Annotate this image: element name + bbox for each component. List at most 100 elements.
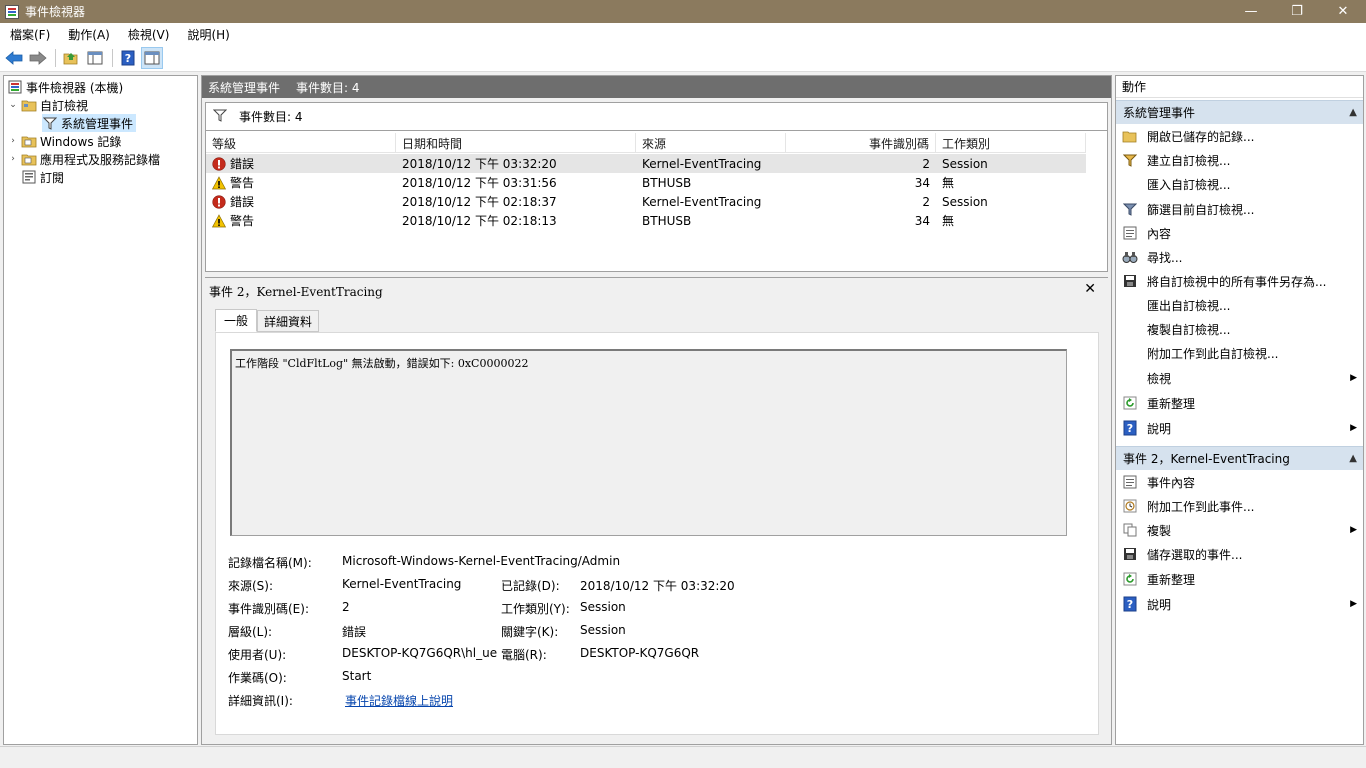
column-header-source[interactable]: 來源 (636, 133, 786, 153)
status-bar (0, 746, 1366, 768)
action-save-selected-events[interactable]: 儲存選取的事件... (1116, 543, 1363, 565)
menu-action[interactable]: 動作(A) (58, 26, 118, 43)
back-arrow-icon[interactable] (3, 47, 25, 69)
tree-node-windows-logs[interactable]: › Windows 記錄 (8, 132, 121, 150)
datetime-cell: 2018/10/12 下午 03:32:20 (402, 157, 557, 171)
detail-tabs: 一般 詳細資料 (215, 309, 320, 332)
show-action-pane-icon[interactable] (141, 47, 163, 69)
toolbar-separator (112, 49, 113, 67)
action-attach-task-event[interactable]: 附加工作到此事件... (1116, 495, 1363, 517)
actions-section-admin-events[interactable]: 系統管理事件 ▲ (1116, 100, 1363, 124)
collapsed-chevron-icon[interactable]: › (8, 154, 18, 164)
menu-view[interactable]: 檢視(V) (118, 26, 178, 43)
toolbar: ? (0, 45, 1366, 72)
blank-icon (1122, 321, 1138, 337)
console-tree: 事件檢視器 (本機) ⌄ 自訂檢視 系統管理事件 › Windows 記錄 › … (3, 75, 198, 745)
refresh-icon (1122, 571, 1138, 587)
action-label: 檢視 (1147, 371, 1172, 386)
action-label: 複製自訂檢視... (1147, 322, 1231, 337)
error-icon (212, 156, 226, 171)
event-message-box[interactable]: 工作階段 "CldFltLog" 無法啟動，錯誤如下: 0xC0000022 (230, 349, 1067, 536)
blank-icon (1122, 370, 1138, 386)
window-controls: — ❐ ✕ (1228, 0, 1366, 23)
menu-file[interactable]: 檔案(F) (0, 26, 58, 43)
tree-node-root[interactable]: 事件檢視器 (本機) (7, 78, 123, 96)
tab-general[interactable]: 一般 (215, 309, 258, 332)
properties-icon (1122, 474, 1138, 490)
column-header-event-id[interactable]: 事件識別碼 (786, 133, 936, 153)
action-label: 篩選目前自訂檢視... (1147, 202, 1255, 217)
keywords-value: Session (580, 623, 626, 637)
log-name-value: Microsoft-Windows-Kernel-EventTracing/Ad… (342, 554, 621, 568)
event-id-label: 事件識別碼(E): (228, 602, 309, 616)
submenu-arrow-icon: ▶ (1350, 373, 1357, 383)
log-name-label: 記錄檔名稱(M): (228, 556, 312, 570)
task-label: 工作類別(Y): (501, 602, 570, 616)
source-cell: Kernel-EventTracing (642, 194, 762, 209)
source-cell: BTHUSB (642, 213, 692, 228)
table-row[interactable]: 警告 2018/10/12 下午 03:31:56 BTHUSB 34 無 (206, 173, 1086, 192)
collapsed-chevron-icon[interactable]: › (8, 136, 18, 146)
action-create-custom-view[interactable]: 建立自訂檢視... (1116, 149, 1363, 171)
column-header-datetime[interactable]: 日期和時間 (396, 133, 636, 153)
action-filter-current-view[interactable]: 篩選目前自訂檢視... (1116, 198, 1363, 220)
action-label: 附加工作到此事件... (1147, 499, 1255, 514)
action-help-event[interactable]: ? 說明 ▶ (1116, 593, 1363, 615)
column-header-task[interactable]: 工作類別 (936, 133, 1086, 153)
datetime-cell: 2018/10/12 下午 02:18:37 (402, 195, 557, 209)
forward-arrow-icon[interactable] (27, 47, 49, 69)
source-cell: BTHUSB (642, 175, 692, 190)
action-copy-custom-view[interactable]: 複製自訂檢視... (1116, 318, 1363, 340)
action-copy[interactable]: 複製 ▶ (1116, 519, 1363, 541)
actions-section-event[interactable]: 事件 2，Kernel-EventTracing ▲ (1116, 446, 1363, 470)
column-headers: 等級 日期和時間 來源 事件識別碼 工作類別 (206, 133, 1086, 153)
action-help[interactable]: ? 說明 ▶ (1116, 417, 1363, 439)
action-export-custom-view[interactable]: 匯出自訂檢視... (1116, 294, 1363, 316)
table-row[interactable]: 錯誤 2018/10/12 下午 03:32:20 Kernel-EventTr… (206, 154, 1086, 173)
action-import-custom-view[interactable]: 匯入自訂檢視... (1116, 173, 1363, 195)
expanded-chevron-icon[interactable]: ⌄ (8, 100, 18, 110)
svg-text:?: ? (1127, 422, 1133, 435)
tree-node-admin-events[interactable]: 系統管理事件 (42, 114, 137, 132)
help-icon[interactable]: ? (117, 47, 139, 69)
table-row[interactable]: 警告 2018/10/12 下午 02:18:13 BTHUSB 34 無 (206, 211, 1086, 230)
actions-pane: 動作 系統管理事件 ▲ 開啟已儲存的記錄... 建立自訂檢視... 匯入自訂檢視… (1115, 75, 1364, 745)
collapse-section-icon[interactable]: ▲ (1349, 453, 1357, 464)
folder-icon (21, 98, 37, 113)
close-detail-button[interactable]: ✕ (1084, 281, 1096, 297)
action-properties[interactable]: 內容 (1116, 222, 1363, 244)
table-row[interactable]: 錯誤 2018/10/12 下午 02:18:37 Kernel-EventTr… (206, 192, 1086, 211)
action-label: 說明 (1147, 421, 1172, 436)
tree-node-windows-logs-label: Windows 記錄 (40, 134, 122, 149)
logged-value: 2018/10/12 下午 03:32:20 (580, 579, 735, 593)
level-label: 層級(L): (228, 625, 273, 639)
create-filter-icon (1122, 152, 1138, 168)
online-help-link[interactable]: 事件記錄檔線上說明 (345, 692, 453, 709)
action-open-saved-log[interactable]: 開啟已儲存的記錄... (1116, 125, 1363, 147)
action-refresh-event[interactable]: 重新整理 (1116, 568, 1363, 590)
tree-node-subscriptions[interactable]: 訂閱 (21, 168, 64, 186)
collapse-section-icon[interactable]: ▲ (1349, 107, 1357, 118)
action-label: 將自訂檢視中的所有事件另存為... (1147, 274, 1327, 289)
computer-label: 電腦(R): (501, 648, 547, 662)
close-window-button[interactable]: ✕ (1320, 0, 1366, 23)
menu-help[interactable]: 說明(H) (177, 26, 237, 43)
filter-icon (212, 109, 228, 125)
action-label: 重新整理 (1147, 396, 1196, 411)
column-header-level[interactable]: 等級 (206, 133, 396, 153)
tree-node-custom-views[interactable]: ⌄ 自訂檢視 (8, 96, 88, 114)
maximize-button[interactable]: ❐ (1274, 0, 1320, 23)
action-find[interactable]: 尋找... (1116, 246, 1363, 268)
minimize-button[interactable]: — (1228, 0, 1274, 23)
action-view[interactable]: 檢視 ▶ (1116, 367, 1363, 389)
tab-details[interactable]: 詳細資料 (257, 310, 320, 332)
action-refresh[interactable]: 重新整理 (1116, 392, 1363, 414)
level-value: 錯誤 (342, 625, 367, 639)
show-hide-console-tree-icon[interactable] (84, 47, 106, 69)
action-save-all-events[interactable]: 將自訂檢視中的所有事件另存為... (1116, 270, 1363, 292)
tree-node-app-service-logs[interactable]: › 應用程式及服務記錄檔 (8, 150, 160, 168)
action-attach-task-view[interactable]: 附加工作到此自訂檢視... (1116, 342, 1363, 364)
level-cell: 錯誤 (206, 192, 396, 211)
open-folder-icon[interactable] (60, 47, 82, 69)
action-event-properties[interactable]: 事件內容 (1116, 471, 1363, 493)
